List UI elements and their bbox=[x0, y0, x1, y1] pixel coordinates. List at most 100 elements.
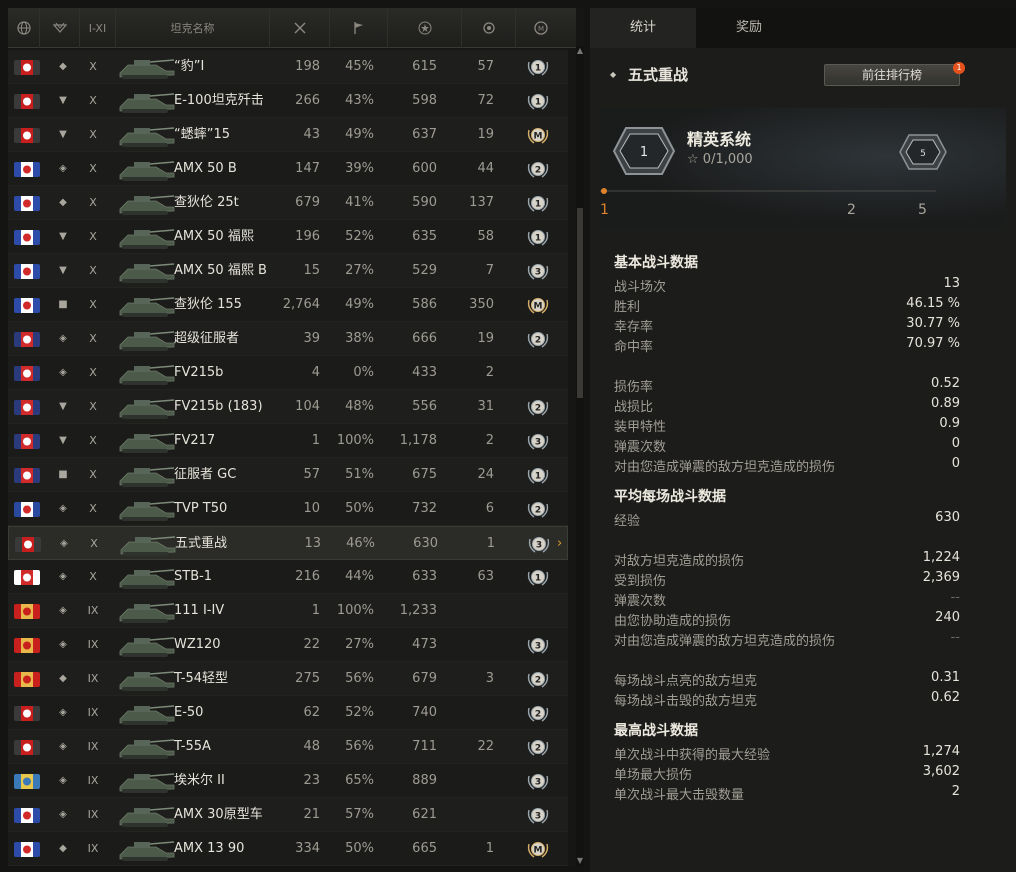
mark-of-excellence-cell: 72 bbox=[477, 93, 494, 108]
avg-xp-cell: 633 bbox=[412, 569, 437, 584]
table-row[interactable]: ▼ X AMX 50 福熙 196 52% 635 58 1 bbox=[8, 220, 568, 254]
star-icon: ☆ bbox=[687, 152, 703, 167]
table-row[interactable]: ◈ X TVP T50 10 50% 732 6 2 bbox=[8, 492, 568, 526]
basic-stats-heading: 基本战斗数据 bbox=[614, 255, 698, 271]
avg-xp-cell: 635 bbox=[412, 229, 437, 244]
elite-next-level-badge-icon: 5 bbox=[899, 134, 947, 170]
sort-mastery-button[interactable]: M bbox=[516, 8, 566, 48]
scroll-thumb[interactable] bbox=[577, 208, 583, 398]
leaderboard-button[interactable]: 前往排行榜 bbox=[824, 64, 960, 86]
stat-value: 240 bbox=[935, 610, 960, 625]
stat-label: 损伤率 bbox=[614, 380, 654, 395]
mark-of-excellence-cell: 7 bbox=[485, 263, 494, 278]
vehicle-type-icon: ▼ bbox=[59, 265, 67, 276]
table-row[interactable]: ◈ X FV215b 4 0% 433 2 bbox=[8, 356, 568, 390]
table-header: I-XI 坦克名称 M bbox=[8, 8, 576, 48]
nation-flag-icon bbox=[14, 672, 40, 687]
vehicle-type-icon: ◈ bbox=[59, 333, 67, 344]
avg-xp-cell: 556 bbox=[412, 399, 437, 414]
table-row[interactable]: ◈ IX E-50 62 52% 740 2 bbox=[8, 696, 568, 730]
avg-xp-cell: 473 bbox=[412, 637, 437, 652]
tier-cell: IX bbox=[87, 604, 99, 617]
table-row[interactable]: ■ X 查狄伦 155 2,764 49% 586 350 M bbox=[8, 288, 568, 322]
sort-nation-button[interactable] bbox=[8, 8, 40, 48]
battles-cell: 216 bbox=[295, 569, 320, 584]
mark-of-excellence-cell bbox=[446, 628, 494, 662]
table-row[interactable]: ◈ X STB-1 216 44% 633 63 1 bbox=[8, 560, 568, 594]
mastery-badge-icon: 2 bbox=[527, 332, 549, 348]
battles-cell: 2,764 bbox=[282, 297, 320, 312]
table-row[interactable]: ◆ IX AMX 13 90 334 50% 665 1 M bbox=[8, 832, 568, 866]
avg-xp-cell: 600 bbox=[412, 161, 437, 176]
battles-cell: 1 bbox=[311, 603, 320, 618]
table-row[interactable]: ◈ X 五式重战 13 46% 630 1 3 › bbox=[8, 526, 568, 560]
stat-label: 对敌方坦克造成的损伤 bbox=[614, 554, 745, 569]
elite-progress-track bbox=[600, 188, 936, 194]
table-row[interactable]: ▼ X E-100坦克歼击 266 43% 598 72 1 bbox=[8, 84, 568, 118]
tier-cell: X bbox=[89, 570, 97, 583]
stat-label: 对由您造成弹震的敌方坦克造成的损伤 bbox=[614, 634, 836, 649]
stat-value: 70.97 % bbox=[906, 336, 960, 351]
battles-cell: 15 bbox=[303, 263, 320, 278]
tab-statistics[interactable]: 统计 bbox=[590, 8, 696, 48]
table-row[interactable]: ◈ X 超级征服者 39 38% 666 19 2 bbox=[8, 322, 568, 356]
sort-winrate-button[interactable] bbox=[330, 8, 388, 48]
stat-value: 30.77 % bbox=[906, 316, 960, 331]
mastery-badge-icon: M bbox=[527, 298, 549, 314]
mark-of-excellence-cell bbox=[446, 764, 494, 798]
scroll-up-arrow-icon[interactable]: ▲ bbox=[576, 46, 584, 56]
mark-of-excellence-cell: 1 bbox=[486, 536, 495, 551]
table-row[interactable]: ◆ X 查狄伦 25t 679 41% 590 137 1 bbox=[8, 186, 568, 220]
tab-rewards[interactable]: 奖励 bbox=[696, 8, 802, 48]
table-row[interactable]: ◈ IX 111 I-IV 1 100% 1,233 bbox=[8, 594, 568, 628]
mark-of-excellence-cell: 19 bbox=[477, 127, 494, 142]
table-scrollbar[interactable]: ▲ ▼ bbox=[576, 46, 584, 866]
elite-progress: ☆ 0/1,000 bbox=[687, 152, 753, 167]
stat-row: 命中率 70.97 % bbox=[614, 336, 960, 356]
stat-row: 胜利 46.15 % bbox=[614, 296, 960, 316]
scroll-down-arrow-icon[interactable]: ▼ bbox=[576, 856, 584, 866]
table-row[interactable]: ◈ IX WZ120 22 27% 473 3 bbox=[8, 628, 568, 662]
table-row[interactable]: ◆ X “豹”Ⅰ 198 45% 615 57 1 bbox=[8, 50, 568, 84]
nation-flag-icon bbox=[14, 196, 40, 211]
sort-type-button[interactable] bbox=[40, 8, 80, 48]
battles-cell: 196 bbox=[295, 229, 320, 244]
battles-cell: 679 bbox=[295, 195, 320, 210]
table-row[interactable]: ◈ X AMX 50 B 147 39% 600 44 2 bbox=[8, 152, 568, 186]
winrate-cell: 100% bbox=[336, 603, 374, 618]
stat-label: 战损比 bbox=[614, 400, 654, 415]
vehicle-type-icon: ◈ bbox=[59, 503, 67, 514]
vehicle-type-icon: ■ bbox=[58, 469, 68, 480]
tier-cell: X bbox=[89, 366, 97, 379]
mastery-badge-value: 2 bbox=[535, 404, 541, 414]
table-row[interactable]: ▼ X AMX 50 福熙 B 15 27% 529 7 3 bbox=[8, 254, 568, 288]
battles-cell: 10 bbox=[303, 501, 320, 516]
nation-flag-icon bbox=[14, 774, 40, 789]
table-row[interactable]: ◆ IX T-54轻型 275 56% 679 3 2 bbox=[8, 662, 568, 696]
vehicle-type-icon: ▼ bbox=[59, 231, 67, 242]
table-row[interactable]: ▼ X “蟋蟀”15 43 49% 637 19 M bbox=[8, 118, 568, 152]
table-row[interactable]: ◈ IX T-55A 48 56% 711 22 2 bbox=[8, 730, 568, 764]
vehicle-type-icon: ◈ bbox=[59, 639, 67, 650]
table-row[interactable]: ◈ IX AMX 30原型车 21 57% 621 3 bbox=[8, 798, 568, 832]
table-row[interactable]: ◈ IX 埃米尔 II 23 65% 889 3 bbox=[8, 764, 568, 798]
sort-name-button[interactable]: 坦克名称 bbox=[116, 8, 270, 48]
mastery-badge-icon: 1 bbox=[527, 230, 549, 246]
tank-thumbnail-icon bbox=[119, 229, 175, 249]
battles-cell: 57 bbox=[303, 467, 320, 482]
sort-damage-button[interactable] bbox=[462, 8, 516, 48]
mastery-badge-value: 3 bbox=[535, 812, 541, 822]
stat-value: 630 bbox=[935, 510, 960, 525]
table-row[interactable]: ▼ X FV217 1 100% 1,178 2 3 bbox=[8, 424, 568, 458]
elite-system-block: 1 精英系统 ☆ 0/1,000 5 1 2 5 bbox=[600, 108, 1006, 230]
winrate-cell: 39% bbox=[345, 161, 374, 176]
sort-battles-button[interactable] bbox=[270, 8, 330, 48]
leaderboard-notification-badge: 1 bbox=[953, 62, 965, 74]
table-row[interactable]: ▼ X FV215b (183) 104 48% 556 31 2 bbox=[8, 390, 568, 424]
table-row[interactable]: ■ X 征服者 GC 57 51% 675 24 1 bbox=[8, 458, 568, 492]
elite-scale-label-5: 5 bbox=[918, 202, 927, 218]
mastery-badge-value: 3 bbox=[535, 642, 541, 652]
battles-cell: 23 bbox=[303, 773, 320, 788]
sort-xp-button[interactable] bbox=[388, 8, 462, 48]
sort-tier-button[interactable]: I-XI bbox=[80, 8, 116, 48]
